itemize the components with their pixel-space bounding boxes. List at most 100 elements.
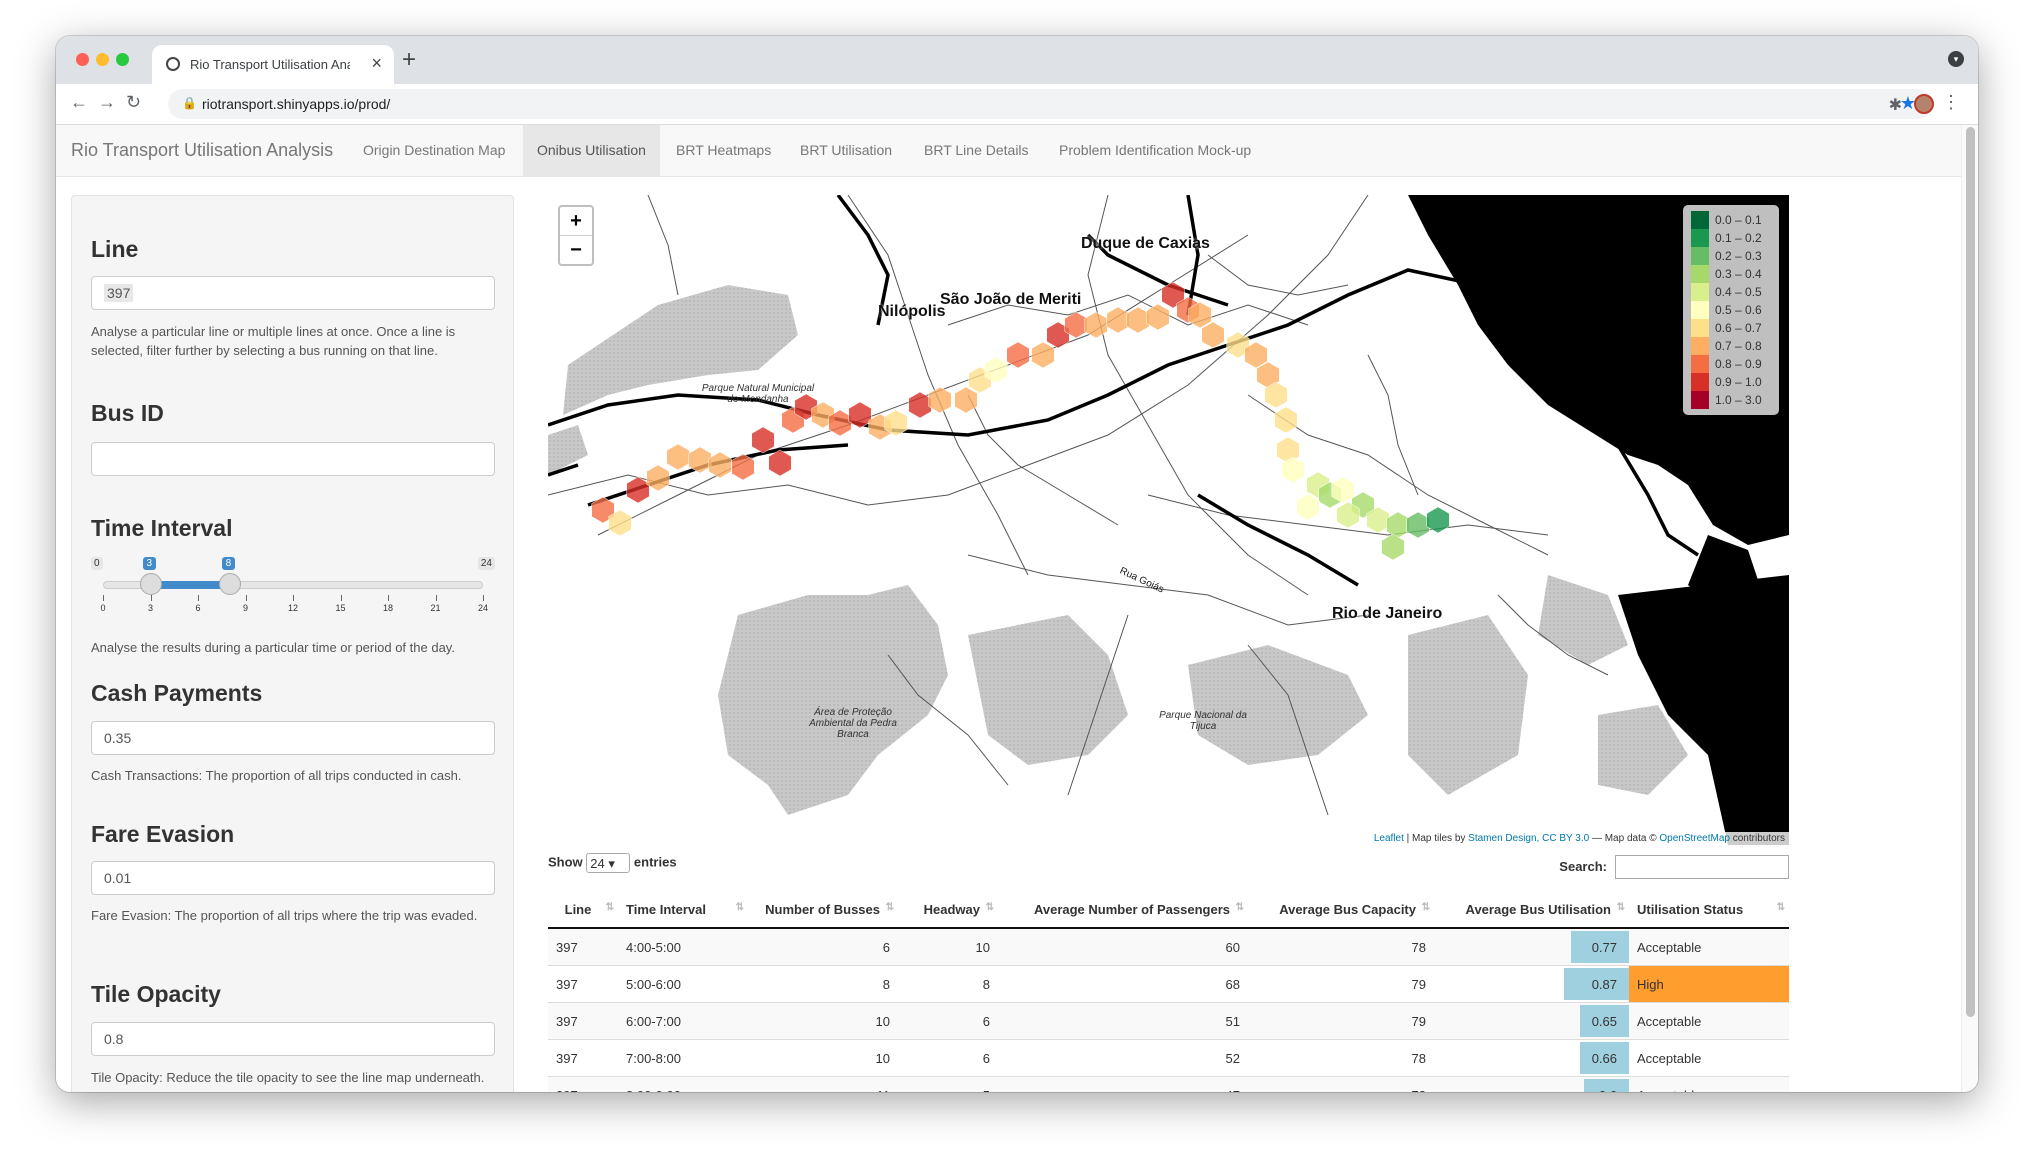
time-interval-slider[interactable]: 0 24 3 8 0 3 6 9 12 15 18 21 24: [91, 557, 495, 617]
utilisation-hexagon[interactable]: [646, 464, 670, 492]
forward-icon[interactable]: →: [98, 92, 116, 113]
utilisation-hexagon[interactable]: [1274, 406, 1298, 434]
utilisation-hexagon[interactable]: [731, 453, 755, 481]
utilisation-hexagon[interactable]: [1426, 506, 1450, 534]
table-cell: 8: [748, 965, 898, 1003]
column-header[interactable]: Average Number of Passengers ⇅: [998, 891, 1248, 929]
back-icon[interactable]: ←: [70, 92, 88, 113]
reload-icon[interactable]: ↻: [126, 92, 141, 113]
nav-brt-line-details[interactable]: BRT Line Details: [910, 125, 1043, 176]
column-header[interactable]: Number of Busses ⇅: [748, 891, 898, 929]
new-tab-icon[interactable]: +: [402, 46, 416, 74]
utilisation-hexagon[interactable]: [1386, 511, 1410, 539]
column-header[interactable]: Utilisation Status ⇅: [1629, 891, 1789, 929]
utilisation-hexagon[interactable]: [954, 386, 978, 414]
column-header[interactable]: Line ⇅: [548, 891, 618, 929]
utilisation-hexagon[interactable]: [708, 451, 732, 479]
slider-tick: [150, 595, 152, 601]
table-search-input[interactable]: [1615, 855, 1789, 879]
utilisation-hexagon[interactable]: [1084, 311, 1108, 339]
legend-swatch: [1691, 319, 1709, 337]
utilisation-hexagon[interactable]: [1146, 303, 1170, 331]
close-window-button[interactable]: [76, 53, 89, 66]
utilisation-hexagon[interactable]: [1406, 511, 1430, 539]
address-bar[interactable]: 🔒 riotransport.shinyapps.io/prod/ ★: [168, 89, 1932, 119]
utilisation-hexagon[interactable]: [768, 449, 792, 477]
legend-label: 0.0 – 0.1: [1715, 213, 1762, 227]
browser-menu-icon[interactable]: ⋮: [1942, 92, 1960, 113]
legend-swatch: [1691, 373, 1709, 391]
column-header[interactable]: Headway ⇅: [898, 891, 998, 929]
page-scrollbar[interactable]: [1961, 125, 1978, 1092]
bus-id-input[interactable]: [91, 442, 495, 476]
utilisation-hexagon[interactable]: [928, 386, 952, 414]
utilisation-hexagon[interactable]: [908, 391, 932, 419]
minimize-window-button[interactable]: [96, 53, 109, 66]
table-cell: 8: [898, 965, 998, 1003]
table-row[interactable]: 397 7:00-8:00 10 6 52 78 0.66 Acceptable: [548, 1039, 1789, 1077]
fare-evasion-help: Fare Evasion: The proportion of all trip…: [91, 908, 478, 923]
column-header[interactable]: Average Bus Capacity ⇅: [1248, 891, 1434, 929]
cash-payments-input[interactable]: 0.35: [91, 721, 495, 755]
utilisation-hexagon[interactable]: [1006, 341, 1030, 369]
table-cell: 0.65: [1434, 1002, 1629, 1040]
sort-icon: ⇅: [1421, 902, 1430, 913]
maximize-window-button[interactable]: [116, 53, 129, 66]
browser-tab[interactable]: Rio Transport Utilisation Analy ×: [152, 45, 394, 84]
browser-window: Rio Transport Utilisation Analy × + ▾ ← …: [56, 36, 1978, 1092]
entries-select[interactable]: 24 ▾: [586, 853, 631, 873]
utilisation-hexagon[interactable]: [751, 426, 775, 454]
utilisation-hexagon[interactable]: [1201, 321, 1225, 349]
utilisation-hexagon[interactable]: [1296, 493, 1320, 521]
tile-opacity-input[interactable]: 0.8: [91, 1022, 495, 1056]
bus-id-label: Bus ID: [91, 400, 164, 426]
table-cell: 0.6: [1434, 1076, 1629, 1092]
tab-search-icon[interactable]: ▾: [1948, 51, 1964, 67]
legend-entry: 1.0 – 3.0: [1691, 391, 1771, 409]
table-row[interactable]: 397 4:00-5:00 6 10 60 78 0.77 Acceptable: [548, 927, 1789, 966]
fare-evasion-input[interactable]: 0.01: [91, 861, 495, 895]
column-header[interactable]: Average Bus Utilisation ⇅: [1434, 891, 1629, 929]
nav-brt-heatmaps[interactable]: BRT Heatmaps: [662, 125, 785, 176]
table-row[interactable]: 397 5:00-6:00 8 8 68 79 0.87 High: [548, 965, 1789, 1003]
nav-onibus-utilisation[interactable]: Onibus Utilisation: [523, 125, 660, 176]
column-header[interactable]: Time Interval ⇅: [618, 891, 748, 929]
table-cell: 6: [898, 1039, 998, 1077]
table-cell: 78: [1248, 1076, 1434, 1092]
zoom-in-button[interactable]: +: [560, 207, 592, 236]
utilisation-hexagon[interactable]: [848, 401, 872, 429]
utilisation-hexagon[interactable]: [1106, 306, 1130, 334]
leaflet-link[interactable]: Leaflet: [1374, 833, 1404, 844]
table-row[interactable]: 397 6:00-7:00 10 6 51 79 0.65 Acceptable: [548, 1002, 1789, 1040]
legend-entry: 0.5 – 0.6: [1691, 301, 1771, 319]
extensions-icon[interactable]: ✱: [1889, 95, 1902, 115]
slider-to-label: 8: [221, 557, 236, 570]
stamen-link[interactable]: Stamen Design, CC BY 3.0: [1468, 833, 1589, 844]
column-header-label: Line: [564, 901, 592, 917]
osm-link[interactable]: OpenStreetMap: [1659, 833, 1730, 844]
nav-brt-utilisation[interactable]: BRT Utilisation: [786, 125, 906, 176]
utilisation-hexagon[interactable]: [626, 476, 650, 504]
scrollbar-thumb[interactable]: [1966, 127, 1975, 1017]
slider-max-label: 24: [477, 557, 495, 570]
zoom-out-button[interactable]: −: [560, 236, 592, 264]
label-tijuca: Parque Nacional da Tijuca: [1159, 710, 1247, 732]
slider-from-handle[interactable]: [139, 573, 162, 595]
table-row[interactable]: 3978:00-9:001154778 0.6 Acceptable: [548, 1076, 1789, 1092]
utilisation-hexagon[interactable]: [1381, 533, 1405, 561]
profile-avatar[interactable]: [1914, 94, 1934, 114]
slider-tick-label: 12: [287, 603, 299, 613]
table-cell: 5: [898, 1076, 998, 1092]
utilisation-hexagon[interactable]: [1031, 341, 1055, 369]
utilisation-hexagon[interactable]: [666, 443, 690, 471]
app-brand[interactable]: Rio Transport Utilisation Analysis: [71, 140, 333, 161]
slider-to-handle[interactable]: [218, 573, 241, 595]
table-cell: Acceptable: [1629, 927, 1789, 966]
nav-problem-identification[interactable]: Problem Identification Mock-up: [1045, 125, 1265, 176]
nav-origin-destination-map[interactable]: Origin Destination Map: [349, 125, 519, 176]
utilisation-hexagon[interactable]: [1126, 306, 1150, 334]
line-input[interactable]: 397: [91, 276, 495, 310]
leaflet-map[interactable]: Duque de Caxias São João de Meriti Nilóp…: [548, 195, 1789, 845]
close-tab-icon[interactable]: ×: [371, 53, 382, 74]
utilisation-hexagon[interactable]: [688, 446, 712, 474]
